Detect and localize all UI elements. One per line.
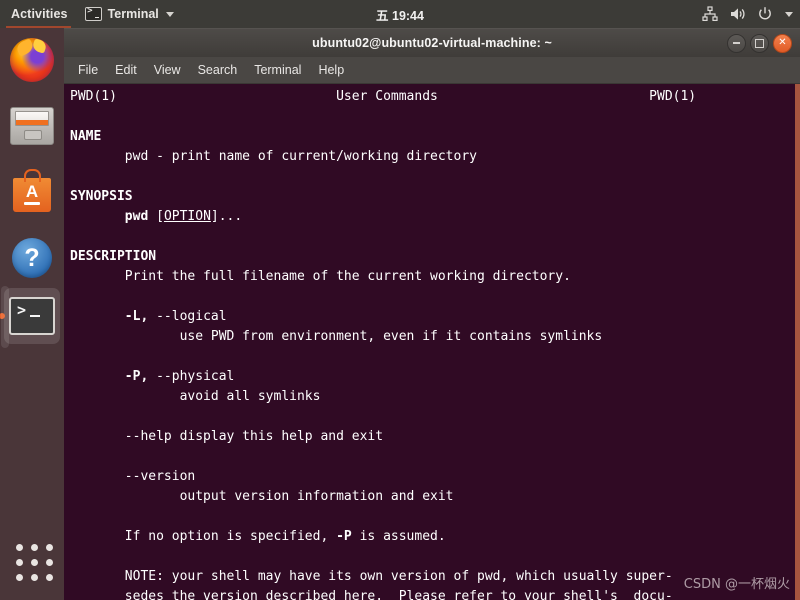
menu-help[interactable]: Help — [318, 63, 344, 77]
ubuntu-dock: A ? > — [0, 28, 64, 600]
window-title: ubuntu02@ubuntu02-virtual-machine: ~ — [312, 36, 552, 50]
network-icon[interactable] — [702, 6, 718, 22]
menu-bar: File Edit View Search Terminal Help — [64, 57, 800, 84]
app-menu-button[interactable]: Terminal — [77, 0, 182, 28]
ubuntu-software-icon: A — [13, 168, 51, 212]
dock-item-firefox[interactable] — [4, 32, 60, 88]
tray-chevron-down-icon[interactable] — [784, 11, 793, 17]
activities-button[interactable]: Activities — [0, 0, 77, 28]
terminal-icon — [84, 6, 102, 21]
dock-item-files[interactable] — [4, 98, 60, 154]
activities-label: Activities — [11, 7, 68, 21]
chevron-down-icon — [165, 11, 174, 17]
menu-view[interactable]: View — [154, 63, 181, 77]
window-controls: ✕ — [727, 29, 792, 57]
terminal-window: ubuntu02@ubuntu02-virtual-machine: ~ ✕ F… — [64, 28, 800, 600]
gnome-top-bar: Activities Terminal 五 19:44 — [0, 0, 800, 28]
window-title-bar[interactable]: ubuntu02@ubuntu02-virtual-machine: ~ ✕ — [64, 28, 800, 57]
terminal-scrollbar[interactable] — [795, 84, 800, 600]
grid-dot-icon — [46, 544, 53, 551]
menu-terminal[interactable]: Terminal — [254, 63, 301, 77]
maximize-button[interactable] — [750, 33, 769, 53]
help-question-icon: ? — [12, 238, 52, 278]
desktop-screen: Activities Terminal 五 19:44 — [0, 0, 800, 600]
grid-dot-icon — [16, 544, 23, 551]
grid-dot-icon — [16, 574, 23, 581]
dock-item-software[interactable]: A — [4, 164, 60, 220]
man-page-text: PWD(1) User Commands PWD(1) NAME pwd - p… — [70, 89, 697, 600]
system-tray[interactable] — [702, 0, 793, 28]
power-icon[interactable] — [757, 6, 773, 22]
clock-label: 五 19:44 — [376, 8, 424, 23]
grid-dot-icon — [16, 559, 23, 566]
grid-dot-icon — [46, 559, 53, 566]
show-applications-button[interactable] — [12, 540, 60, 588]
grid-dot-icon — [46, 574, 53, 581]
terminal-icon: > — [9, 297, 55, 335]
volume-icon[interactable] — [729, 6, 746, 22]
grid-dot-icon — [31, 544, 38, 551]
firefox-icon — [10, 38, 54, 82]
terminal-content-area[interactable]: PWD(1) User Commands PWD(1) NAME pwd - p… — [64, 84, 800, 600]
dock-item-help[interactable]: ? — [4, 230, 60, 286]
app-menu-label: Terminal — [107, 7, 159, 21]
minimize-button[interactable] — [727, 33, 746, 53]
menu-file[interactable]: File — [78, 63, 98, 77]
file-manager-icon — [10, 107, 54, 145]
menu-search[interactable]: Search — [198, 63, 238, 77]
grid-dot-icon — [31, 559, 38, 566]
grid-dot-icon — [31, 574, 38, 581]
close-button[interactable]: ✕ — [773, 33, 792, 53]
dock-item-terminal[interactable]: > — [0, 288, 60, 344]
menu-edit[interactable]: Edit — [115, 63, 137, 77]
dock-scroll-indicator — [1, 286, 9, 348]
